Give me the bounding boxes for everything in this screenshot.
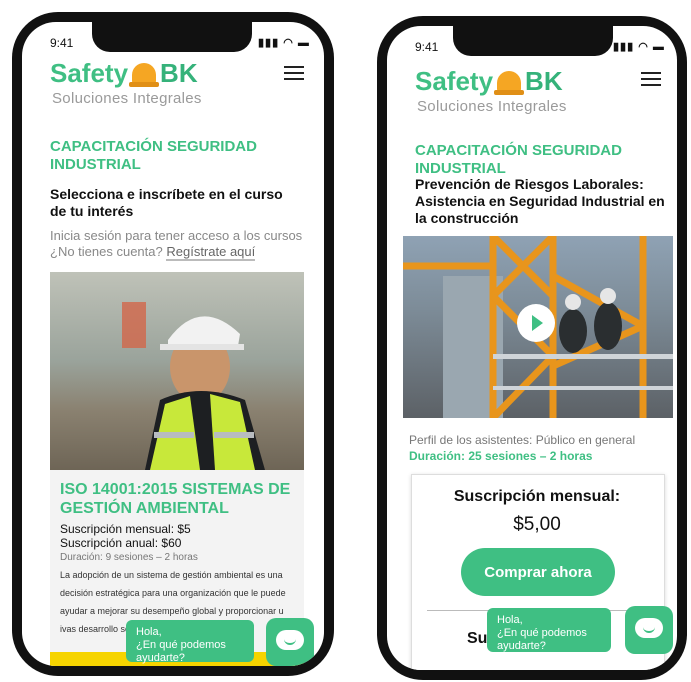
login-prompt[interactable]: Inicia sesión para tener acceso a los cu… (50, 228, 320, 244)
status-icons: ▮▮▮ ◠ ▬ (613, 41, 665, 53)
monthly-price: Suscripción mensual: $5 (60, 522, 191, 536)
logo-suffix: BK (525, 66, 563, 96)
section-heading: CAPACITACIÓN SEGURIDAD INDUSTRIAL (50, 138, 257, 173)
helmet-icon (129, 62, 160, 87)
worker-illustration (122, 302, 265, 470)
no-account-text: ¿No tienes cuenta? (50, 244, 163, 259)
course-duration: Duración: 9 sesiones – 2 horas (60, 552, 198, 563)
logo[interactable]: Safety BK (415, 66, 563, 97)
course-title: Prevención de Riesgos Laborales: Asisten… (415, 176, 665, 226)
logo[interactable]: Safety BK (50, 58, 198, 89)
play-icon[interactable] (517, 304, 555, 342)
tagline: Soluciones Integrales (52, 90, 202, 107)
annual-price: Suscripción anual: $60 (60, 536, 182, 550)
course-photo-worker[interactable] (50, 272, 304, 470)
status-icons: ▮▮▮ ◠ ▬ (258, 37, 310, 49)
course-title[interactable]: ISO 14001:2015 SISTEMAS DE GESTIÓN AMBIE… (60, 480, 296, 518)
right-phone-screen: 9:41 ▮▮▮ ◠ ▬ Safety BK Soluciones Integr… (387, 26, 677, 670)
partial-plan-label: Su (467, 630, 488, 647)
logo-word: Safety (50, 58, 129, 88)
status-time: 9:41 (415, 40, 439, 54)
tagline: Soluciones Integrales (417, 98, 567, 115)
plan-price: $5,00 (513, 514, 561, 535)
section-heading: CAPACITACIÓN SEGURIDAD INDUSTRIAL (415, 142, 622, 177)
course-video-thumbnail[interactable] (403, 236, 673, 418)
chat-icon[interactable] (266, 618, 314, 666)
plan-label: Suscripción mensual: (453, 488, 621, 505)
chat-greeting-bubble[interactable]: Hola, ¿En qué podemos ayudarte? (126, 620, 254, 664)
register-link[interactable]: Regístrate aquí (166, 244, 256, 261)
chat-greeting-bubble[interactable]: Hola, ¿En qué podemos ayudarte? (487, 608, 611, 652)
notch (453, 26, 613, 56)
notch (92, 22, 252, 52)
status-time: 9:41 (50, 36, 74, 50)
hamburger-menu-icon[interactable] (641, 72, 661, 90)
section-subheading: Selecciona e inscríbete en el curso de t… (50, 186, 283, 219)
audience-text: Perfil de los asistentes: Público en gen… (409, 433, 636, 447)
chat-icon[interactable] (625, 606, 673, 654)
logo-suffix: BK (160, 58, 198, 88)
right-phone-frame: 9:41 ▮▮▮ ◠ ▬ Safety BK Soluciones Integr… (377, 16, 687, 680)
helmet-icon (494, 70, 525, 95)
logo-word: Safety (415, 66, 494, 96)
left-phone-screen: 9:41 ▮▮▮ ◠ ▬ Safety BK Soluciones Integr… (22, 22, 324, 666)
left-phone-frame: 9:41 ▮▮▮ ◠ ▬ Safety BK Soluciones Integr… (12, 12, 334, 676)
register-row: ¿No tienes cuenta? Regístrate aquí (50, 244, 320, 261)
buy-now-button[interactable]: Comprar ahora (461, 548, 615, 596)
duration-text: Duración: 25 sesiones – 2 horas (409, 449, 593, 463)
hamburger-menu-icon[interactable] (284, 66, 304, 84)
